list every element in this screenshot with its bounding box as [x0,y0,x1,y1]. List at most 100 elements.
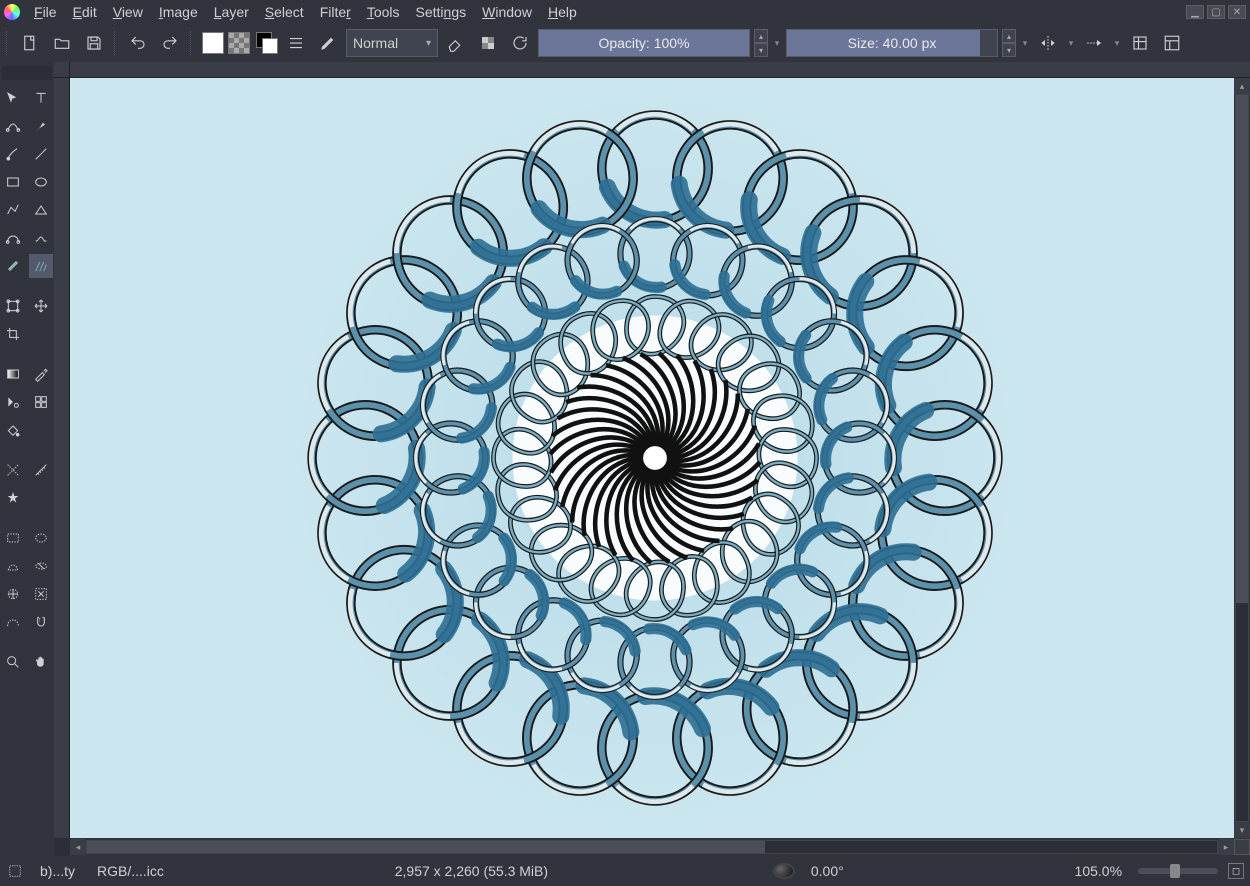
size-menu-button[interactable]: ▾ [1020,38,1030,49]
alpha-lock-button[interactable] [474,29,502,57]
brush-presets-button[interactable] [282,29,310,57]
mirror-v-button[interactable] [1080,29,1108,57]
tool-reference[interactable] [1,486,25,510]
eraser-toggle-button[interactable] [442,29,470,57]
tool-pan[interactable] [29,650,53,674]
tool-zoom[interactable] [1,650,25,674]
zoom-fit-button[interactable]: ◻ [1228,863,1244,879]
scroll-left-arrow-icon[interactable]: ◂ [70,839,86,855]
menu-filter[interactable]: Filter [312,1,359,23]
opacity-slider[interactable]: Opacity: 100% [538,29,750,57]
tool-calligraphy[interactable] [29,114,53,138]
rotation-status[interactable]: 0.00° [805,861,850,881]
opacity-spinner[interactable]: ▴▾ [754,29,768,57]
background-pattern-swatch[interactable] [228,32,250,54]
canvas-navigator-button[interactable] [1234,839,1250,855]
scroll-up-arrow-icon[interactable]: ▴ [1234,78,1250,94]
tool-ellipse-select[interactable] [29,526,53,550]
menu-layer[interactable]: Layer [206,1,257,23]
tool-magnetic-select[interactable] [29,610,53,634]
horizontal-scrollbar[interactable]: ◂ ▸ [70,838,1250,856]
foreground-color-swatch[interactable] [202,32,224,54]
menu-help[interactable]: Help [540,1,585,23]
mirror-h-menu[interactable]: ▾ [1066,38,1076,49]
new-doc-button[interactable] [16,29,44,57]
redo-button[interactable] [156,29,184,57]
tool-contiguous-select[interactable] [29,554,53,578]
tool-transform[interactable] [1,294,25,318]
tool-smart-fill[interactable] [1,390,25,414]
tool-line[interactable] [29,142,53,166]
menu-tools[interactable]: Tools [359,1,408,23]
tool-text[interactable] [29,86,53,110]
mirror-h-button[interactable] [1034,29,1062,57]
tool-pattern-edit[interactable] [29,390,53,414]
color-profile-status[interactable]: RGB/....icc [91,861,170,881]
tool-outline-select[interactable] [1,554,25,578]
tool-bezier[interactable] [1,226,25,250]
undo-button[interactable] [124,29,152,57]
tool-move-layer[interactable] [29,294,53,318]
ruler-origin-corner[interactable] [54,62,70,78]
menu-file[interactable]: File [26,1,65,23]
tool-polygon[interactable] [29,198,53,222]
tool-path-edit[interactable] [1,114,25,138]
menu-window[interactable]: Window [474,1,540,23]
workspace-chooser-button[interactable] [1158,29,1186,57]
menu-view[interactable]: View [105,1,151,23]
open-doc-button[interactable] [48,29,76,57]
canvas-viewport: ▴ ▾ ◂ ▸ [54,62,1250,856]
tool-fill[interactable] [1,418,25,442]
brush-size-slider[interactable]: Size: 40.00 px [786,29,998,57]
horizontal-ruler[interactable] [70,62,1250,78]
fg-bg-swap-swatch[interactable] [256,32,278,54]
toolbox-tab-handle[interactable] [2,66,52,80]
tool-color-picker[interactable] [29,362,53,386]
rotation-dial[interactable] [773,863,795,879]
tool-multibrush[interactable] [29,254,53,278]
vertical-scrollbar[interactable]: ▴ ▾ [1234,78,1250,838]
selection-mask-icon[interactable] [6,862,24,880]
opacity-label: Opacity: 100% [598,35,689,51]
tool-similar-select[interactable] [1,582,25,606]
tool-ellipse[interactable] [29,170,53,194]
scroll-down-arrow-icon[interactable]: ▾ [1234,822,1250,838]
menu-bar: FileEditViewImageLayerSelectFilterToolsS… [0,0,1250,24]
tool-bezier-select[interactable] [1,610,25,634]
tool-gradient[interactable] [1,362,25,386]
save-doc-button[interactable] [80,29,108,57]
menu-settings[interactable]: Settings [408,1,475,23]
tool-measure[interactable] [29,458,53,482]
scroll-right-arrow-icon[interactable]: ▸ [1218,839,1234,855]
status-bar: b)...ty RGB/....icc 2,957 x 2,260 (55.3 … [0,856,1250,886]
opacity-menu-button[interactable]: ▾ [772,38,782,49]
mirror-v-menu[interactable]: ▾ [1112,38,1122,49]
size-spinner[interactable]: ▴▾ [1002,29,1016,57]
tool-freehand-path[interactable] [29,226,53,250]
chevron-down-icon: ▾ [426,38,431,49]
tool-rect-select[interactable] [1,526,25,550]
menu-edit[interactable]: Edit [65,1,105,23]
vertical-ruler[interactable] [54,78,70,838]
window-maximize-button[interactable]: ▢ [1207,5,1225,19]
zoom-slider[interactable] [1138,868,1218,874]
tool-smart-select[interactable] [29,582,53,606]
tool-crop[interactable] [1,322,25,346]
tool-move[interactable] [1,86,25,110]
canvas[interactable] [70,78,1240,838]
brush-editor-button[interactable] [314,29,342,57]
tool-rect[interactable] [1,170,25,194]
tool-brush[interactable] [1,142,25,166]
blend-mode-select[interactable]: Normal ▾ [346,29,438,57]
tool-polyline[interactable] [1,198,25,222]
window-close-button[interactable]: ✕ [1228,5,1246,19]
wrap-around-button[interactable] [1126,29,1154,57]
options-toolbar: Normal ▾ Opacity: 100% ▴▾ ▾ Size: 40.00 … [0,24,1250,62]
window-minimize-button[interactable]: ▁ [1186,5,1204,19]
zoom-status[interactable]: 105.0% [1069,861,1128,881]
menu-image[interactable]: Image [151,1,206,23]
tool-assistant[interactable] [1,458,25,482]
tool-dynamic-brush[interactable] [1,254,25,278]
reload-preset-button[interactable] [506,29,534,57]
menu-select[interactable]: Select [257,1,312,23]
